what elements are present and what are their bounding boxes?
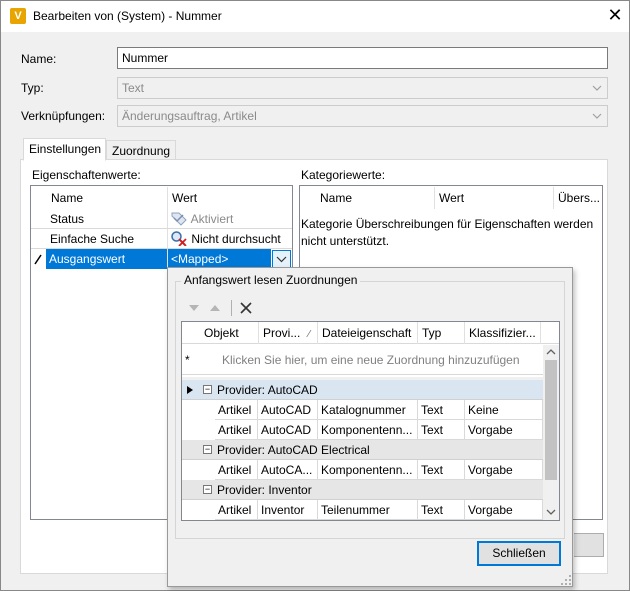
no-search-icon [171,231,187,247]
group-title: Provider: Inventor [217,483,312,497]
group-row[interactable]: − Provider: AutoCAD Electrical [182,440,543,460]
scrollbar-thumb[interactable] [545,360,557,480]
links-label: Verknüpfungen: [21,109,106,123]
collapse-icon[interactable]: − [203,385,212,394]
cell-object: Artikel [215,400,258,420]
mapping-header: Objekt Provi... ⁄ Dateieigenschaft Typ Kl… [182,322,559,344]
asterisk-icon: * [185,353,190,367]
cell-object: Artikel [215,420,258,440]
mapping-row[interactable]: Artikel AutoCAD Katalognummer Text Keine [182,400,543,420]
scroll-up-icon[interactable] [546,348,556,356]
dropdown-arrow-icon [276,256,287,263]
title-bar: V Bearbeiten von (System) - Nummer ✕ [1,1,629,32]
tab-einstellungen[interactable]: Einstellungen [23,138,106,161]
cell-file-property: Komponentenn... [318,420,418,440]
mapping-header-type[interactable]: Typ [418,322,464,344]
cancel-button-partial[interactable] [574,533,604,557]
group-title: Provider: AutoCAD Electrical [217,443,370,457]
cell-file-property: Katalognummer [318,400,418,420]
property-value-text: Aktiviert [190,212,234,226]
name-input[interactable]: Nummer [117,47,608,69]
cell-classification: Vorgabe [465,500,543,520]
group-title: Provider: AutoCAD [217,383,318,397]
categories-header-override[interactable]: Übers... [554,187,602,209]
mapping-header-object[interactable]: Objekt [200,322,258,344]
type-value: Text [122,81,145,95]
mapping-header-provider-text: Provi... [263,326,301,340]
pencil-icon [34,254,42,265]
cell-type: Text [418,400,465,420]
close-button[interactable]: Schließen [477,541,561,566]
categories-header-name[interactable]: Name [316,187,434,209]
mapping-row[interactable]: Artikel AutoCAD Komponentenn... Text Vor… [182,420,543,440]
window-title: Bearbeiten von (System) - Nummer [33,9,222,23]
new-row-hint: Klicken Sie hier, um eine neue Zuordnung… [222,353,520,367]
property-value[interactable]: <Mapped> [168,249,271,269]
group-row[interactable]: − Provider: AutoCAD [182,380,543,400]
cell-type: Text [418,420,465,440]
property-name: Status [50,212,85,226]
cell-provider: AutoCA... [258,460,318,480]
mapping-header-file-property[interactable]: Dateieigenschaft [318,322,418,344]
cell-object: Artikel [215,500,258,520]
properties-header-name[interactable]: Name [47,187,167,209]
property-value: Aktiviert [168,209,292,229]
sort-icon: ⁄ [308,329,311,340]
categories-header-value[interactable]: Wert [435,187,553,209]
new-row[interactable]: * Klicken Sie hier, um eine neue Zuordnu… [182,345,543,375]
properties-header-value[interactable]: Wert [168,187,288,209]
collapse-icon[interactable]: − [203,485,212,494]
cell-provider: AutoCAD [258,400,318,420]
value-dropdown-button[interactable] [272,250,291,268]
cell-file-property: Teilenummer [318,500,418,520]
links-value: Änderungsauftrag, Artikel [122,109,257,123]
cell-classification: Keine [465,400,543,420]
mapping-row[interactable]: Artikel AutoCA... Komponentenn... Text V… [182,460,543,480]
vertical-scrollbar[interactable] [543,345,559,520]
mapping-popup: Anfangswert lesen Zuordnungen Objekt Pro… [167,267,573,587]
scroll-down-icon[interactable] [546,508,556,516]
property-row-selected[interactable]: Ausgangswert <Mapped> [31,249,292,269]
cell-type: Text [418,500,465,520]
cell-classification: Vorgabe [465,460,543,480]
mapping-header-provider[interactable]: Provi... ⁄ [259,322,315,344]
mapping-toolbar [181,297,560,320]
cell-object: Artikel [215,460,258,480]
type-label: Typ: [21,81,44,95]
property-row[interactable]: Einfache Suche Nicht durchsucht [31,229,292,249]
tab-zuordnung[interactable]: Zuordnung [106,140,176,160]
move-down-icon[interactable] [187,302,201,314]
delete-icon[interactable] [239,301,253,315]
mapping-group-title: Anfangswert lesen Zuordnungen [181,273,361,287]
mapping-row[interactable]: Artikel Inventor Teilenummer Text Vorgab… [182,500,543,520]
cell-file-property: Komponentenn... [318,460,418,480]
app-icon: V [10,8,26,24]
property-name: Ausgangswert [46,249,167,269]
dropdown-arrow-icon [592,85,602,91]
type-select[interactable]: Text [117,77,608,99]
cell-type: Text [418,460,465,480]
mapping-header-classification[interactable]: Klassifizier... [465,322,540,344]
close-icon[interactable]: ✕ [605,5,625,25]
categories-label: Kategoriewerte: [301,168,386,182]
cell-provider: Inventor [258,500,318,520]
mapping-grid: Objekt Provi... ⁄ Dateieigenschaft Typ Kl… [181,321,560,521]
cell-provider: AutoCAD [258,420,318,440]
name-label: Name: [21,52,57,66]
dropdown-arrow-icon [592,113,602,119]
property-name: Einfache Suche [50,232,135,246]
property-value-text: Nicht durchsucht [191,232,281,246]
property-value: Nicht durchsucht [168,229,292,249]
expand-arrow-icon [187,386,193,394]
group-row[interactable]: − Provider: Inventor [182,480,543,500]
property-row[interactable]: Status Aktiviert [31,209,292,229]
cell-classification: Vorgabe [465,420,543,440]
categories-message: Kategorie Überschreibungen für Eigenscha… [301,217,594,248]
properties-label: Eigenschaftenwerte: [32,168,141,182]
collapse-icon[interactable]: − [203,445,212,454]
checkmark-tag-icon [171,212,187,226]
move-up-icon[interactable] [208,302,222,314]
links-select[interactable]: Änderungsauftrag, Artikel [117,105,608,127]
resize-grip-icon[interactable] [560,574,572,586]
